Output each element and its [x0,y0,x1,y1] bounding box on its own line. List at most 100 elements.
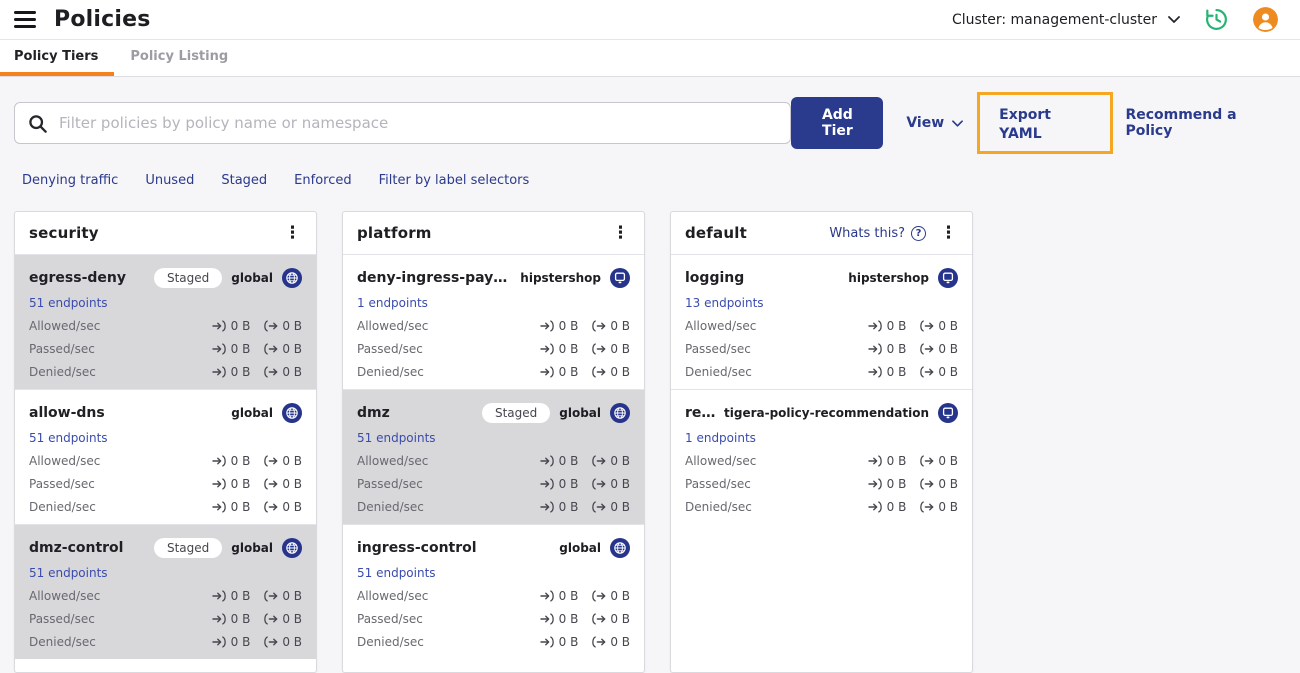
egress-value: 0 B [282,453,302,468]
filter-enforced[interactable]: Enforced [294,173,351,188]
ingress-value: 0 B [558,499,579,514]
endpoints-link[interactable]: 13 endpoints [685,296,764,310]
metric-values: 0 B 0 B [539,499,630,514]
egress-metric: 0 B [591,500,630,514]
tier-header: security ⋮ [15,212,316,254]
ingress-icon [211,477,227,490]
policy-name: dmz [357,405,390,421]
endpoints-link[interactable]: 51 endpoints [357,431,436,445]
metric-row: Allowed/sec 0 B 0 B [357,318,630,333]
metric-row: Passed/sec 0 B 0 B [29,611,302,626]
ingress-icon [539,454,555,467]
endpoints-link[interactable]: 51 endpoints [357,566,436,580]
ingress-value: 0 B [886,499,907,514]
tier-name: security [29,224,99,242]
tab-policy-tiers[interactable]: Policy Tiers [0,40,115,76]
ingress-value: 0 B [230,611,251,626]
kebab-menu-icon[interactable]: ⋮ [281,224,304,242]
add-tier-button[interactable]: Add Tier [791,97,884,149]
policy-card[interactable]: deny-ingress-paymentservi… hipstershop 1 e… [343,254,644,389]
globe-icon [610,538,630,558]
egress-icon [591,635,606,648]
endpoints-link[interactable]: 1 endpoints [357,296,428,310]
policy-search-input[interactable] [57,113,779,133]
recommend-policy-button[interactable]: Recommend a Policy [1125,107,1277,139]
metric-row: Passed/sec 0 B 0 B [357,611,630,626]
metric-label: Denied/sec [685,364,752,379]
egress-value: 0 B [610,611,630,626]
endpoints-link[interactable]: 51 endpoints [29,566,108,580]
quick-filters: Denying traffic Unused Staged Enforced F… [22,173,1277,188]
egress-metric: 0 B [591,454,630,468]
filter-unused[interactable]: Unused [145,173,194,188]
metric-row: Denied/sec 0 B 0 B [29,364,302,379]
export-yaml-button[interactable]: Export YAML [999,107,1051,142]
globe-icon [282,403,302,423]
metric-label: Denied/sec [29,364,96,379]
egress-icon [591,589,606,602]
globe-icon [610,403,630,423]
policy-name: dmz-control [29,540,124,556]
endpoints-link[interactable]: 51 endpoints [29,296,108,310]
policy-card[interactable]: dmz Staged global 51 endpoints Allowed/sec 0 … [343,389,644,524]
ingress-icon [211,319,227,332]
policy-name: restricted [685,405,717,421]
egress-value: 0 B [282,341,302,356]
egress-metric: 0 B [263,454,302,468]
egress-value: 0 B [938,364,958,379]
metric-values: 0 B 0 B [211,365,302,379]
policy-card-header-right: Staged global [481,403,630,423]
metric-row: Passed/sec 0 B 0 B [29,341,302,356]
cluster-selector[interactable]: Cluster: management-cluster [952,12,1180,28]
egress-icon [919,365,934,378]
egress-value: 0 B [938,318,958,333]
ingress-metric: 0 B [211,454,250,468]
metric-label: Allowed/sec [685,453,757,468]
history-icon[interactable] [1204,7,1229,32]
ingress-metric: 0 B [539,589,578,603]
filter-by-label-selectors[interactable]: Filter by label selectors [379,173,530,188]
policy-card-header: dmz-control Staged global [29,537,302,559]
policy-card[interactable]: restricted tigera-policy-recommendation 1 … [671,389,972,524]
egress-icon [263,612,278,625]
metric-label: Allowed/sec [357,318,429,333]
scope-label: hipstershop [520,271,601,285]
kebab-menu-icon[interactable]: ⋮ [937,224,960,242]
filter-denying-traffic[interactable]: Denying traffic [22,173,118,188]
policy-card[interactable]: ingress-control global 51 endpoints Allowed… [343,524,644,659]
egress-metric: 0 B [263,589,302,603]
metric-label: Denied/sec [685,499,752,514]
metric-values: 0 B 0 B [539,342,630,356]
ingress-icon [211,635,227,648]
user-avatar-icon[interactable] [1253,7,1278,32]
policy-card[interactable]: logging hipstershop 13 endpoints Allowed/se… [671,254,972,389]
endpoints-link[interactable]: 1 endpoints [685,431,756,445]
ingress-icon [211,365,227,378]
egress-metric: 0 B [263,635,302,649]
policy-card[interactable]: dmz-control Staged global 51 endpoints Allow… [15,524,316,659]
policy-card-header-right: global [559,538,630,558]
policy-card[interactable]: allow-dns global 51 endpoints Allowed/sec 0 … [15,389,316,524]
policy-card[interactable]: egress-deny Staged global 51 endpoints Allow… [15,254,316,389]
whats-this-link[interactable]: Whats this? ? [829,225,926,241]
tier-name: default [685,224,747,242]
metric-row: Allowed/sec 0 B 0 B [357,453,630,468]
ingress-value: 0 B [558,364,579,379]
filter-staged[interactable]: Staged [221,173,267,188]
scope-label: hipstershop [848,271,929,285]
hamburger-menu-icon[interactable] [14,11,36,28]
cluster-selector-label: Cluster: management-cluster [951,11,1157,28]
egress-icon [591,500,606,513]
view-dropdown-button[interactable]: View [906,115,964,131]
kebab-menu-icon[interactable]: ⋮ [609,224,632,242]
tab-policy-listing[interactable]: Policy Listing [114,40,244,76]
ingress-icon [211,612,227,625]
metric-row: Allowed/sec 0 B 0 B [29,588,302,603]
metric-values: 0 B 0 B [539,635,630,649]
tier-column-default: default Whats this? ? ⋮ logging hipstersh… [670,211,973,673]
ingress-icon [867,477,883,490]
egress-metric: 0 B [263,500,302,514]
ingress-icon [539,635,555,648]
endpoints-link[interactable]: 51 endpoints [29,431,108,445]
egress-metric: 0 B [591,589,630,603]
